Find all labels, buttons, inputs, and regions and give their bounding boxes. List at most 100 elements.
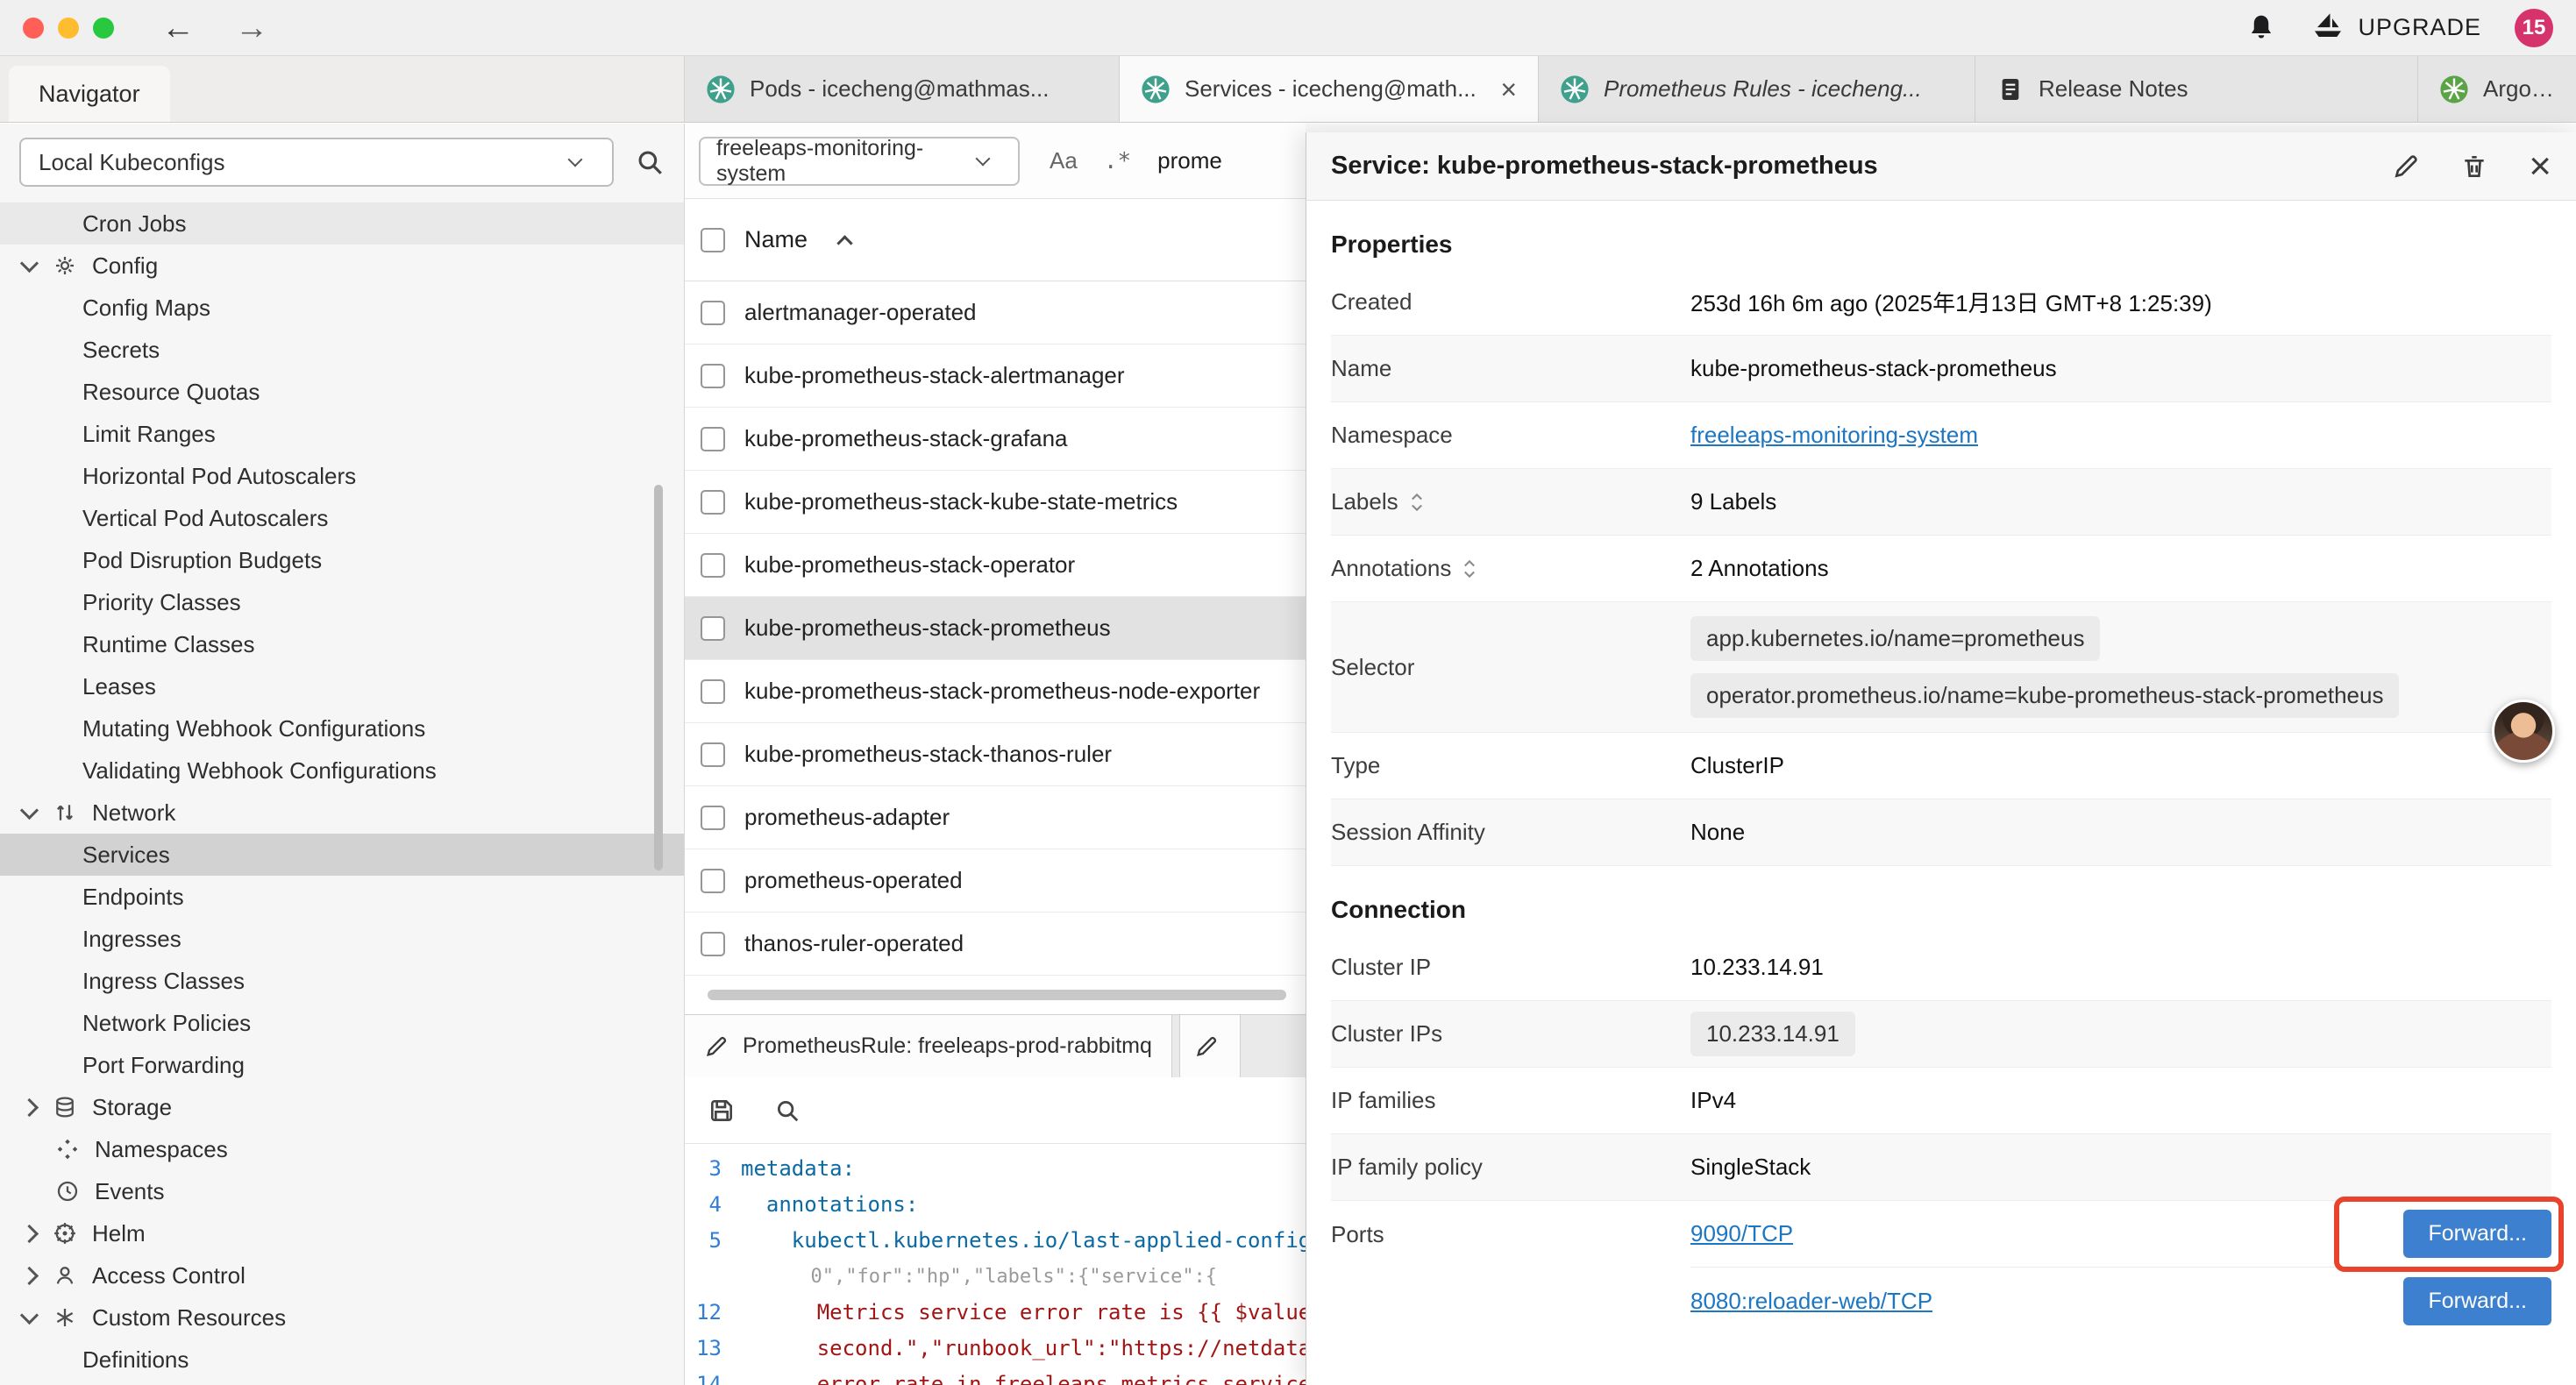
window-minimize-button[interactable] [58,18,79,39]
chevron-down-icon[interactable] [20,1305,39,1324]
upgrade-button[interactable]: UPGRADE [2310,11,2481,46]
chevron-right-icon[interactable] [20,1224,39,1242]
sidebar-item-secrets[interactable]: Secrets [0,329,684,371]
select-all-checkbox[interactable] [701,228,725,252]
yaml-editor[interactable]: 3metadata: 4 annotations: 5 kubectl.kube… [685,1144,1306,1385]
expand-collapse-icon[interactable] [1462,558,1477,580]
sidebar-item-cron-jobs[interactable]: Cron Jobs [0,202,684,245]
code-line: metadata: [741,1151,855,1187]
row-checkbox[interactable] [701,553,725,578]
editor-tab-prometheusrule[interactable]: PrometheusRule: freeleaps-prod-rabbitmq [685,1015,1172,1077]
notifications-bell-icon[interactable] [2245,12,2277,44]
sidebar-item-priority-classes[interactable]: Priority Classes [0,581,684,623]
tab-release-notes[interactable]: Release Notes [1975,56,2418,122]
sidebar-item-resource-quotas[interactable]: Resource Quotas [0,371,684,413]
search-icon[interactable] [774,1097,801,1124]
navigator-tab[interactable]: Navigator [9,66,170,122]
table-row[interactable]: kube-prometheus-stack-prometheus-node-ex… [685,660,1306,723]
forward-button[interactable]: Forward... [2403,1277,2551,1325]
sidebar-item-network[interactable]: Network [0,792,684,834]
chevron-right-icon[interactable] [20,1266,39,1284]
row-checkbox[interactable] [701,301,725,325]
notification-count-badge[interactable]: 15 [2515,9,2553,47]
table-row[interactable]: thanos-ruler-operated [685,913,1306,976]
namespace-link[interactable]: freeleaps-monitoring-system [1690,422,1978,449]
row-checkbox[interactable] [701,932,725,956]
search-icon[interactable] [635,147,665,177]
scrollbar-thumb[interactable] [708,990,1286,1000]
forward-button[interactable]: Forward... [2403,1210,2551,1258]
sidebar-item-vertical-pod-autoscalers[interactable]: Vertical Pod Autoscalers [0,497,684,539]
sidebar-item-validating-webhook-configurations[interactable]: Validating Webhook Configurations [0,749,684,792]
expand-collapse-icon[interactable] [1409,491,1425,514]
forward-icon[interactable]: → [235,11,268,45]
chevron-down-icon[interactable] [20,800,39,819]
save-icon[interactable] [708,1097,736,1125]
sidebar-item-events[interactable]: Events [0,1170,684,1212]
sort-ascending-icon[interactable] [836,235,852,251]
sidebar-item-network-policies[interactable]: Network Policies [0,1002,684,1044]
horizontal-scrollbar[interactable] [685,976,1306,1014]
tab-argo[interactable]: Argo Se [2418,56,2576,122]
row-checkbox[interactable] [701,364,725,388]
sidebar-item-pod-disruption-budgets[interactable]: Pod Disruption Budgets [0,539,684,581]
table-row[interactable]: prometheus-operated [685,849,1306,913]
port-link-8080[interactable]: 8080:reloader-web/TCP [1690,1288,1932,1315]
close-icon[interactable]: × [2529,147,2551,186]
sidebar-item-port-forwarding[interactable]: Port Forwarding [0,1044,684,1086]
match-case-toggle[interactable]: Aa [1050,147,1078,174]
close-tab-icon[interactable]: × [1500,75,1517,103]
sidebar-item-storage[interactable]: Storage [0,1086,684,1128]
sidebar-item-access-control[interactable]: Access Control [0,1254,684,1296]
chevron-down-icon[interactable] [20,253,39,272]
table-row[interactable]: kube-prometheus-stack-kube-state-metrics [685,471,1306,534]
table-row[interactable]: kube-prometheus-stack-operator [685,534,1306,597]
floating-avatar[interactable] [2492,700,2555,763]
sidebar-item-ingress-classes[interactable]: Ingress Classes [0,960,684,1002]
sidebar-item-config[interactable]: Config [0,245,684,287]
table-row-selected[interactable]: kube-prometheus-stack-prometheus [685,597,1306,660]
row-checkbox[interactable] [701,427,725,451]
name-column-header[interactable]: Name [744,226,808,253]
sidebar-item-horizontal-pod-autoscalers[interactable]: Horizontal Pod Autoscalers [0,455,684,497]
sidebar-item-mutating-webhook-configurations[interactable]: Mutating Webhook Configurations [0,707,684,749]
sidebar-item-runtime-classes[interactable]: Runtime Classes [0,623,684,665]
table-row[interactable]: alertmanager-operated [685,281,1306,344]
kubeconfig-selector[interactable]: Local Kubeconfigs [19,138,614,187]
window-zoom-button[interactable] [93,18,114,39]
row-checkbox[interactable] [701,679,725,704]
sidebar-item-config-maps[interactable]: Config Maps [0,287,684,329]
namespace-filter-select[interactable]: freeleaps-monitoring-system [699,137,1020,186]
tab-prometheus-rules[interactable]: Prometheus Rules - icecheng... [1539,56,1975,122]
edit-pencil-icon[interactable] [2392,153,2420,181]
regex-toggle[interactable]: .* [1104,148,1131,174]
sidebar-item-custom-resources[interactable]: Custom Resources [0,1296,684,1339]
sidebar-item-endpoints[interactable]: Endpoints [0,876,684,918]
row-checkbox[interactable] [701,869,725,893]
sidebar-item-helm[interactable]: Helm [0,1212,684,1254]
sidebar-item-limit-ranges[interactable]: Limit Ranges [0,413,684,455]
sidebar-item-definitions[interactable]: Definitions [0,1339,684,1381]
window-close-button[interactable] [23,18,44,39]
sidebar-scrollbar[interactable] [654,485,663,870]
sidebar-item-services[interactable]: Services [0,834,684,876]
sidebar-item-leases[interactable]: Leases [0,665,684,707]
chevron-right-icon[interactable] [20,1097,39,1116]
search-input[interactable]: prome [1157,147,1222,174]
row-checkbox[interactable] [701,616,725,641]
table-row[interactable]: kube-prometheus-stack-thanos-ruler [685,723,1306,786]
delete-trash-icon[interactable] [2460,153,2488,181]
sidebar-item-ingresses[interactable]: Ingresses [0,918,684,960]
back-icon[interactable]: ← [161,11,195,45]
row-checkbox[interactable] [701,742,725,767]
table-row[interactable]: kube-prometheus-stack-alertmanager [685,344,1306,408]
tab-services[interactable]: Services - icecheng@math... × [1120,56,1539,122]
tab-pods[interactable]: Pods - icecheng@mathmas... [685,56,1120,122]
table-row[interactable]: kube-prometheus-stack-grafana [685,408,1306,471]
port-link-9090[interactable]: 9090/TCP [1690,1220,1793,1247]
row-checkbox[interactable] [701,490,725,515]
row-checkbox[interactable] [701,806,725,830]
sidebar-item-namespaces[interactable]: Namespaces [0,1128,684,1170]
table-row[interactable]: prometheus-adapter [685,786,1306,849]
editor-tab-partial[interactable] [1179,1015,1241,1077]
